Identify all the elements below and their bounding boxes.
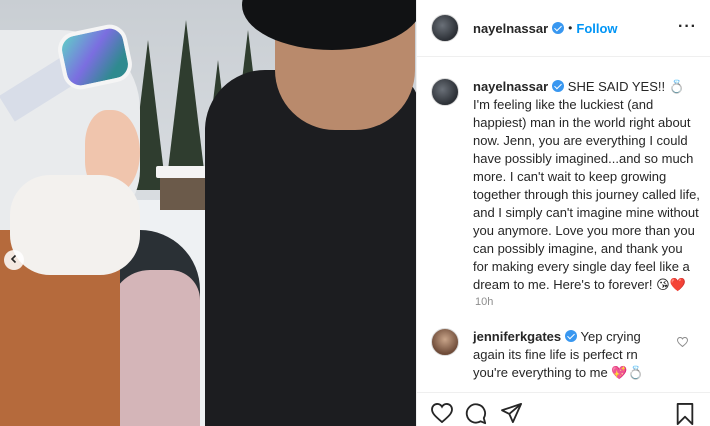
caption-author-avatar[interactable] bbox=[431, 78, 459, 106]
caption-text: SHE SAID YES!! 💍 I'm feeling like the lu… bbox=[473, 79, 700, 292]
post-photo[interactable] bbox=[0, 0, 416, 426]
post-caption: nayelnassar SHE SAID YES!! 💍 I'm feeling… bbox=[431, 78, 701, 294]
verified-badge-icon bbox=[552, 80, 565, 92]
bookmark-icon[interactable] bbox=[675, 403, 695, 425]
speech-bubble-icon[interactable] bbox=[465, 403, 487, 425]
verified-badge-icon bbox=[552, 22, 565, 34]
photo-woman-scarf bbox=[10, 175, 140, 275]
caption-username[interactable]: nayelnassar bbox=[473, 79, 548, 94]
commenter-username[interactable]: jenniferkgates bbox=[473, 329, 561, 344]
photo-tree bbox=[168, 20, 204, 170]
caption-body: nayelnassar SHE SAID YES!! 💍 I'm feeling… bbox=[473, 78, 701, 294]
author-avatar[interactable] bbox=[431, 14, 459, 42]
post-side-panel: nayelnassar • Follow ··· nayelnassar SHE… bbox=[416, 0, 710, 426]
comment-like-heart-icon[interactable] bbox=[676, 336, 689, 350]
author-username[interactable]: nayelnassar bbox=[473, 21, 548, 36]
heart-outline-icon[interactable] bbox=[431, 403, 453, 423]
follow-button[interactable]: Follow bbox=[576, 21, 617, 36]
action-bar bbox=[417, 392, 710, 426]
comment-body: jenniferkgates Yep crying again its fine… bbox=[473, 328, 673, 382]
post-header: nayelnassar • Follow ··· bbox=[417, 0, 710, 57]
comment-item: jenniferkgates Yep crying again its fine… bbox=[431, 328, 701, 382]
more-options-button[interactable]: ··· bbox=[678, 18, 697, 36]
separator-dot: • bbox=[568, 21, 573, 35]
post-timestamp[interactable]: 10h bbox=[475, 296, 493, 308]
carousel-prev-button[interactable] bbox=[4, 250, 24, 270]
paper-plane-icon[interactable] bbox=[501, 403, 523, 423]
chevron-left-icon bbox=[9, 251, 19, 269]
verified-badge-icon bbox=[565, 330, 578, 342]
commenter-avatar[interactable] bbox=[431, 328, 459, 356]
photo-woman-pink-jacket bbox=[110, 270, 200, 426]
